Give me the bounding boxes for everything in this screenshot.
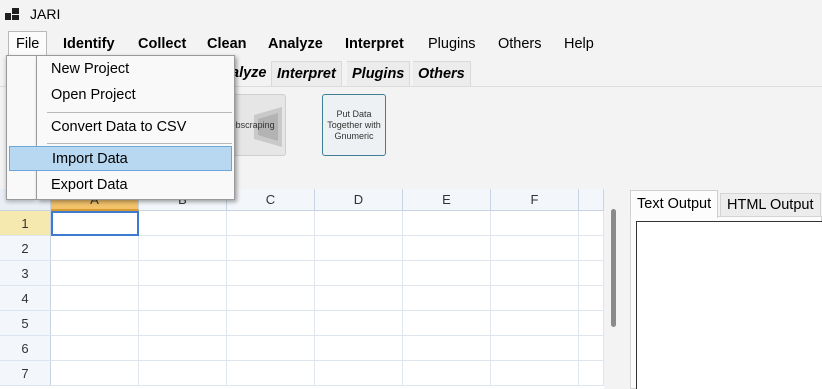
spreadsheet-grid: A B C D E F 1 2 3 4 5 6 7 xyxy=(0,189,604,389)
grid-cell-e4[interactable] xyxy=(403,286,491,311)
grid-cell-overflow xyxy=(579,261,604,286)
grid-cell-b5[interactable] xyxy=(139,311,227,336)
grid-cell-overflow xyxy=(579,361,604,386)
ribbon-tab-others[interactable]: Others xyxy=(413,61,471,86)
row-header-1[interactable]: 1 xyxy=(0,211,51,236)
row-header-5[interactable]: 5 xyxy=(0,311,51,336)
file-menu-gutter xyxy=(6,55,36,200)
menu-interpret[interactable]: Interpret xyxy=(338,31,411,57)
ribbon-tab-plugins[interactable]: Plugins xyxy=(347,61,411,86)
title-bar: JARI xyxy=(0,0,822,30)
grid-cell-f4[interactable] xyxy=(491,286,579,311)
menu-file[interactable]: File xyxy=(8,31,48,57)
column-header-c[interactable]: C xyxy=(227,189,315,211)
grid-cell-b2[interactable] xyxy=(139,236,227,261)
grid-cell-f2[interactable] xyxy=(491,236,579,261)
output-tabs: Text Output HTML Output xyxy=(630,190,822,218)
menu-separator xyxy=(47,143,232,144)
ribbon-tab-interpret[interactable]: Interpret xyxy=(272,61,342,86)
column-header-d[interactable]: D xyxy=(315,189,403,211)
grid-cell-f1[interactable] xyxy=(491,211,579,236)
file-menu-dropdown: New Project Open Project Convert Data to… xyxy=(9,55,235,200)
row-header-6[interactable]: 6 xyxy=(0,336,51,361)
menu-others[interactable]: Others xyxy=(491,31,549,57)
text-output-area[interactable] xyxy=(636,221,822,389)
grid-cell-e2[interactable] xyxy=(403,236,491,261)
grid-cell-b4[interactable] xyxy=(139,286,227,311)
grid-cell-overflow xyxy=(579,211,604,236)
menu-identify[interactable]: Identify xyxy=(56,31,122,57)
grid-cell-f7[interactable] xyxy=(491,361,579,386)
grid-cell-overflow xyxy=(579,311,604,336)
vertical-scrollbar[interactable] xyxy=(611,209,616,327)
grid-cell-c2[interactable] xyxy=(227,236,315,261)
grid-cell-e6[interactable] xyxy=(403,336,491,361)
grid-cell-d5[interactable] xyxy=(315,311,403,336)
gnumeric-label: Put Data Together with Gnumeric xyxy=(327,108,381,141)
grid-cell-overflow xyxy=(579,236,604,261)
grid-cell-a2[interactable] xyxy=(51,236,139,261)
grid-cell-e3[interactable] xyxy=(403,261,491,286)
grid-cell-c7[interactable] xyxy=(227,361,315,386)
menu-clean[interactable]: Clean xyxy=(200,31,254,57)
tab-text-output[interactable]: Text Output xyxy=(630,190,719,218)
grid-cell-f3[interactable] xyxy=(491,261,579,286)
menu-separator xyxy=(47,112,232,113)
menu-bar: File Identify Collect Clean Analyze Inte… xyxy=(0,31,822,57)
grid-cell-d6[interactable] xyxy=(315,336,403,361)
grid-cell-c6[interactable] xyxy=(227,336,315,361)
column-header-e[interactable]: E xyxy=(403,189,491,211)
grid-cell-e5[interactable] xyxy=(403,311,491,336)
grid-cell-overflow xyxy=(579,336,604,361)
row-header-2[interactable]: 2 xyxy=(0,236,51,261)
grid-cell-f6[interactable] xyxy=(491,336,579,361)
grid-cell-f5[interactable] xyxy=(491,311,579,336)
grid-cell-a4[interactable] xyxy=(51,286,139,311)
grid-cell-b7[interactable] xyxy=(139,361,227,386)
menu-analyze[interactable]: Analyze xyxy=(261,31,330,57)
gnumeric-button[interactable]: Put Data Together with Gnumeric xyxy=(322,94,386,156)
grid-cell-a5[interactable] xyxy=(51,311,139,336)
menu-item-convert-csv[interactable]: Convert Data to CSV xyxy=(37,115,234,140)
app-title: JARI xyxy=(30,6,61,22)
tab-html-output[interactable]: HTML Output xyxy=(720,193,821,217)
grid-cell-d1[interactable] xyxy=(315,211,403,236)
grid-cell-e1[interactable] xyxy=(403,211,491,236)
grid-cell-overflow xyxy=(579,286,604,311)
app-icon xyxy=(5,8,21,22)
row-header-4[interactable]: 4 xyxy=(0,286,51,311)
grid-cell-d7[interactable] xyxy=(315,361,403,386)
grid-cell-c1[interactable] xyxy=(227,211,315,236)
menu-item-new-project[interactable]: New Project xyxy=(37,57,234,82)
grid-cell-c3[interactable] xyxy=(227,261,315,286)
column-header-more xyxy=(579,189,604,211)
grid-cell-a3[interactable] xyxy=(51,261,139,286)
grid-cell-b1[interactable] xyxy=(139,211,227,236)
menu-item-import-data[interactable]: Import Data xyxy=(9,146,232,171)
grid-cell-d3[interactable] xyxy=(315,261,403,286)
grid-cell-d4[interactable] xyxy=(315,286,403,311)
menu-item-open-project[interactable]: Open Project xyxy=(37,83,234,108)
grid-cell-b6[interactable] xyxy=(139,336,227,361)
grid-cell-a6[interactable] xyxy=(51,336,139,361)
grid-cell-b3[interactable] xyxy=(139,261,227,286)
grid-cell-c4[interactable] xyxy=(227,286,315,311)
grid-cell-c5[interactable] xyxy=(227,311,315,336)
menu-collect[interactable]: Collect xyxy=(131,31,193,57)
menu-help[interactable]: Help xyxy=(557,31,601,57)
grid-cell-e7[interactable] xyxy=(403,361,491,386)
row-header-3[interactable]: 3 xyxy=(0,261,51,286)
grid-cell-a7[interactable] xyxy=(51,361,139,386)
grid-cell-a1[interactable] xyxy=(51,211,139,236)
menu-item-export-data[interactable]: Export Data xyxy=(37,173,234,198)
row-header-7[interactable]: 7 xyxy=(0,361,51,386)
grid-cell-d2[interactable] xyxy=(315,236,403,261)
menu-plugins[interactable]: Plugins xyxy=(421,31,483,57)
column-header-f[interactable]: F xyxy=(491,189,579,211)
